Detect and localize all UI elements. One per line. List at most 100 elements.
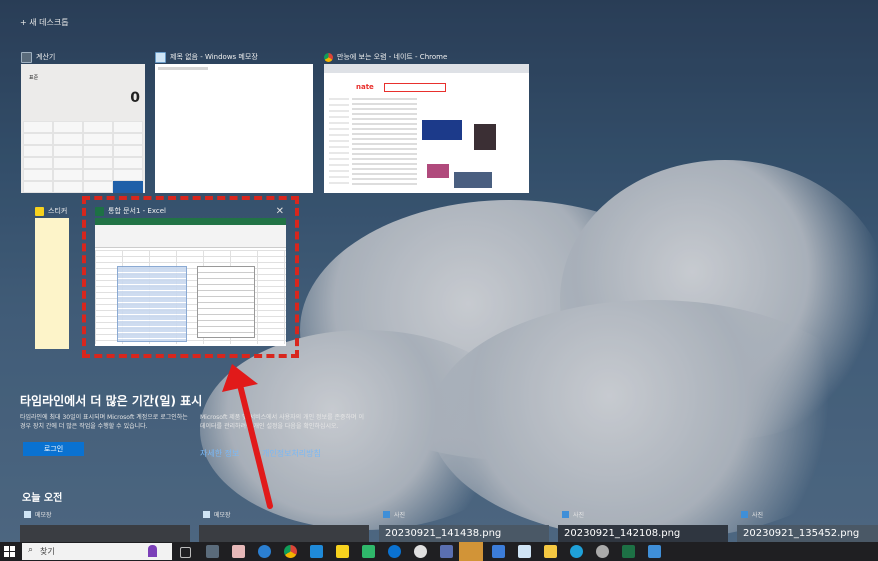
- calc-key: [53, 157, 83, 169]
- calc-key: [83, 169, 113, 181]
- app-icon[interactable]: [440, 545, 453, 558]
- card-app-label: 사진: [383, 510, 405, 519]
- window-title: 만능에 보는 오렴 - 네이트 - Chrome: [337, 53, 448, 61]
- timeline-description: 타임라인에 최대 30일이 표시되며 Microsoft 계정으로 로그인하는 …: [20, 414, 188, 430]
- calc-key: [23, 145, 53, 157]
- calculator-icon: [21, 51, 32, 63]
- photos-icon: [383, 511, 390, 518]
- notepad-icon: [24, 511, 31, 518]
- calc-key: [113, 157, 143, 169]
- card-file-name: 20230921_142108.png: [564, 528, 681, 539]
- calc-key: [53, 121, 83, 133]
- paint-icon[interactable]: [232, 545, 245, 558]
- card-preview: 20230921_135452.png: [737, 525, 878, 542]
- more-info-link[interactable]: 자세한 정보: [200, 448, 239, 459]
- card-app-name: 사진: [573, 512, 585, 519]
- calculator-icon[interactable]: [206, 545, 219, 558]
- card-app-name: 사진: [394, 512, 406, 519]
- card-preview: 20230921_141438.png: [379, 525, 549, 542]
- search-icon: ⌕: [28, 545, 34, 555]
- calculator-thumbnail: 표준 0: [21, 64, 145, 193]
- calc-key: [113, 145, 143, 157]
- photos-icon[interactable]: [648, 545, 661, 558]
- calc-key: [23, 133, 53, 145]
- timeline-card[interactable]: 사진 20230921_135452.png: [737, 510, 878, 542]
- window-title: 스티커 메모: [48, 207, 69, 215]
- window-calculator[interactable]: 계산기 표준 0: [21, 50, 145, 193]
- calc-key: [83, 121, 113, 133]
- store-icon[interactable]: [310, 545, 323, 558]
- card-app-name: 메모장: [214, 512, 231, 519]
- window-title: 제목 없음 - Windows 메모장: [170, 53, 258, 61]
- excel-icon[interactable]: [622, 545, 635, 558]
- window-notepad[interactable]: 제목 없음 - Windows 메모장: [155, 50, 313, 193]
- news-image: [454, 172, 492, 188]
- app-icon[interactable]: [596, 545, 609, 558]
- privacy-notice: Microsoft 제품 및 서비스에서 사용자의 개인 정보를 존중하며 이 …: [200, 414, 365, 430]
- app-icon[interactable]: [388, 545, 401, 558]
- ribbon-icon: [148, 545, 157, 557]
- selection-highlight: [82, 196, 299, 358]
- calculator-mode: 표준: [29, 75, 39, 81]
- chrome-thumbnail: nate: [324, 64, 529, 193]
- card-app-name: 메모장: [35, 512, 52, 519]
- calc-key: [83, 157, 113, 169]
- calc-key: [113, 169, 143, 181]
- login-button[interactable]: 로그인: [23, 442, 84, 456]
- taskbar-search-box[interactable]: ⌕ 찾기: [22, 543, 172, 560]
- menu-bar: [158, 67, 208, 70]
- calc-key: [53, 181, 83, 193]
- window-title-bar: 계산기: [21, 50, 145, 64]
- sticky-notes-icon[interactable]: [336, 545, 349, 558]
- card-preview: 20230921_142108.png: [558, 525, 728, 542]
- news-banner: [422, 120, 462, 140]
- windows-start-icon[interactable]: [4, 546, 15, 557]
- card-file-name: 20230921_141438.png: [385, 528, 502, 539]
- calc-key: [23, 169, 53, 181]
- chrome-icon[interactable]: [284, 545, 297, 558]
- card-app-label: 사진: [741, 510, 763, 519]
- news-image: [427, 164, 449, 178]
- calc-key: [83, 181, 113, 193]
- notepad-thumbnail: [155, 64, 313, 193]
- window-title-bar: 스티커 메모: [35, 204, 69, 218]
- taskbar: ⌕ 찾기: [0, 542, 878, 561]
- timeline-card[interactable]: 메모장: [199, 510, 369, 542]
- search-bar: [384, 83, 446, 92]
- notepad-icon: [203, 511, 210, 518]
- edge-icon[interactable]: [570, 545, 583, 558]
- window-title-bar: 만능에 보는 오렴 - 네이트 - Chrome: [324, 50, 529, 64]
- task-view-icon[interactable]: [180, 547, 191, 558]
- calc-key: [113, 121, 143, 133]
- photos-icon: [741, 511, 748, 518]
- browser-toolbar: [324, 64, 529, 73]
- edge-icon[interactable]: [258, 545, 271, 558]
- sidebar-panel: [329, 98, 349, 188]
- app-icon[interactable]: [492, 545, 505, 558]
- window-chrome[interactable]: 만능에 보는 오렴 - 네이트 - Chrome nate: [324, 50, 529, 193]
- app-icon[interactable]: [362, 545, 375, 558]
- timeline-card[interactable]: 사진 20230921_141438.png: [379, 510, 549, 542]
- news-image: [474, 124, 496, 150]
- app-icon[interactable]: [414, 545, 427, 558]
- nate-logo: nate: [356, 83, 374, 91]
- calc-key: [23, 157, 53, 169]
- new-desktop-button[interactable]: + 새 데스크톱: [20, 17, 69, 28]
- notepad-icon: [155, 51, 166, 63]
- file-explorer-icon[interactable]: [544, 545, 557, 558]
- card-app-label: 사진: [562, 510, 584, 519]
- timeline-card[interactable]: 메모장: [20, 510, 190, 542]
- today-heading: 오늘 오전: [22, 493, 63, 504]
- sticky-notes-thumbnail: [35, 218, 69, 349]
- window-title-bar: 제목 없음 - Windows 메모장: [155, 50, 313, 64]
- privacy-policy-link[interactable]: 개인정보처리방침: [262, 448, 321, 459]
- active-app-highlight[interactable]: [459, 542, 483, 561]
- window-sticky-notes[interactable]: 스티커 메모: [35, 204, 69, 349]
- notepad-icon[interactable]: [518, 545, 531, 558]
- card-preview: [199, 525, 369, 542]
- sticky-notes-icon: [35, 206, 44, 216]
- timeline-card[interactable]: 사진 20230921_142108.png: [558, 510, 728, 542]
- calc-key: [23, 121, 53, 133]
- photos-icon: [562, 511, 569, 518]
- chrome-icon: [324, 52, 333, 62]
